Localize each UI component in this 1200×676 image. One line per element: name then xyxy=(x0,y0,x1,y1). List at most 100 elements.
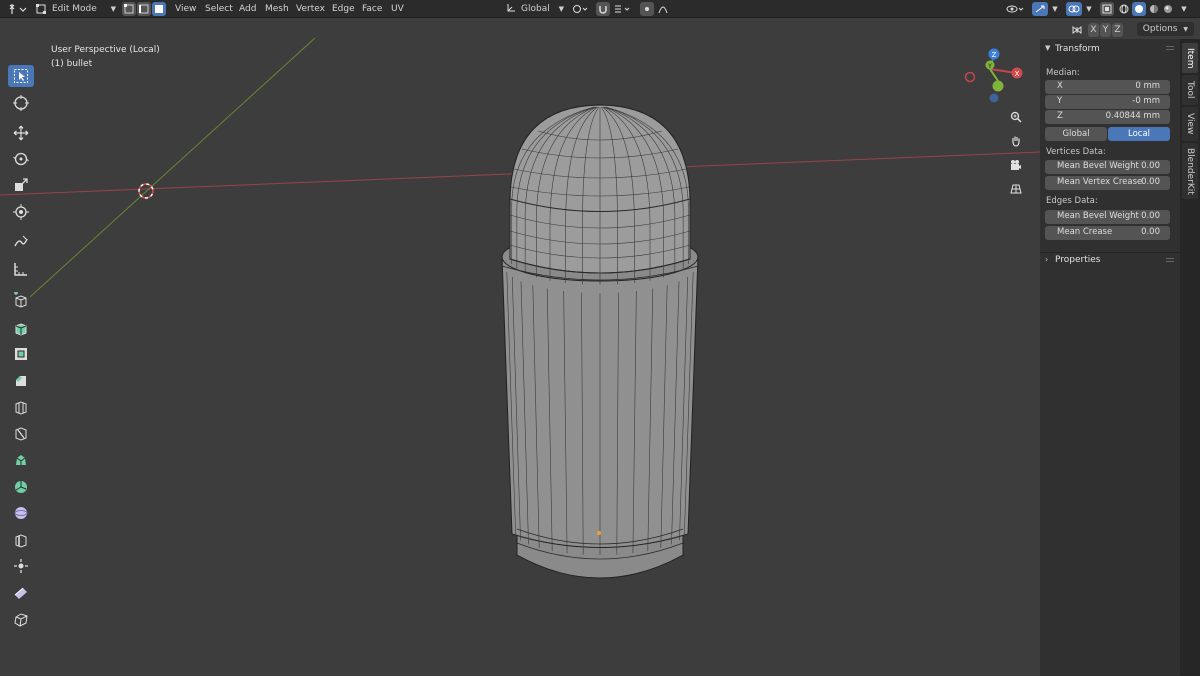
edge-slide-icon xyxy=(15,534,27,548)
proportional-icon xyxy=(645,7,649,11)
median-y-field[interactable]: Y -0 mm xyxy=(1045,95,1170,109)
tool-measure[interactable] xyxy=(8,258,34,280)
menu-uv[interactable]: UV xyxy=(391,2,404,16)
gizmo-dropdown[interactable]: ▼ xyxy=(1049,2,1061,16)
shading-dropdown[interactable]: ▼ xyxy=(1178,2,1190,16)
menu-select[interactable]: Select xyxy=(205,2,233,16)
gizmo-toggle[interactable] xyxy=(1032,2,1048,16)
visibility-dropdown[interactable] xyxy=(1004,2,1028,16)
mean-bevel-weight-vertex-field[interactable]: Mean Bevel Weight 0.00 xyxy=(1045,160,1170,174)
scene-canvas[interactable]: X Z Y xyxy=(0,19,1040,676)
properties-panel-header[interactable]: › Properties xyxy=(1040,252,1180,266)
field-label: Mean Vertex Crease xyxy=(1057,177,1143,187)
tool-move[interactable] xyxy=(8,122,34,144)
tool-add-cube[interactable] xyxy=(8,289,34,311)
vertex-select-button[interactable] xyxy=(122,2,136,16)
tool-rip[interactable] xyxy=(8,608,34,630)
tab-view[interactable]: View xyxy=(1182,107,1198,141)
menu-view[interactable]: View xyxy=(175,2,196,16)
tool-smooth[interactable] xyxy=(8,502,34,524)
shading-solid-button[interactable] xyxy=(1132,2,1146,16)
edge-select-button[interactable] xyxy=(137,2,151,16)
xray-toggle[interactable] xyxy=(1100,2,1114,16)
vertices-data-label: Vertices Data: xyxy=(1046,147,1106,157)
tool-spin[interactable] xyxy=(8,476,34,498)
zoom-button[interactable] xyxy=(1006,107,1026,127)
mirror-x-toggle[interactable]: X xyxy=(1088,23,1099,37)
tool-inset[interactable] xyxy=(8,343,34,365)
pivot-point-button[interactable] xyxy=(570,2,592,16)
rendered-sphere-icon xyxy=(1164,5,1172,13)
face-select-button[interactable] xyxy=(152,2,166,16)
proportional-edit-toggle[interactable] xyxy=(640,2,654,16)
svg-text:Z: Z xyxy=(992,51,997,59)
field-value: 0.00 xyxy=(1141,211,1160,221)
shading-material-button[interactable] xyxy=(1148,2,1160,16)
shading-rendered-button[interactable] xyxy=(1162,2,1174,16)
snap-toggle[interactable] xyxy=(596,2,610,16)
transform-panel-header[interactable]: ▼ Transform xyxy=(1040,43,1180,57)
tool-knife[interactable] xyxy=(8,422,34,444)
mean-bevel-weight-edge-field[interactable]: Mean Bevel Weight 0.00 xyxy=(1045,210,1170,224)
mean-vertex-crease-field[interactable]: Mean Vertex Crease 0.00 xyxy=(1045,176,1170,190)
tool-shear[interactable] xyxy=(8,582,34,604)
mean-crease-field[interactable]: Mean Crease 0.00 xyxy=(1045,226,1170,240)
mirror-y-toggle[interactable]: Y xyxy=(1100,23,1111,37)
hand-icon xyxy=(1012,136,1020,147)
tab-item[interactable]: Item xyxy=(1182,43,1198,73)
chevron-down-icon: ▼ xyxy=(1086,5,1092,13)
tab-blenderkit[interactable]: BlenderKit xyxy=(1182,143,1198,199)
edit-mode-icon xyxy=(36,4,46,14)
svg-text:X: X xyxy=(1015,70,1020,78)
tool-select-box[interactable] xyxy=(8,65,34,87)
3d-viewport[interactable]: X Z Y User Perspective (Local) (1) bulle… xyxy=(0,19,1040,676)
space-global-button[interactable]: Global xyxy=(1045,127,1107,141)
tab-tool[interactable]: Tool xyxy=(1182,75,1198,105)
chevron-down-icon: ▼ xyxy=(110,5,116,13)
tool-loop-cut[interactable] xyxy=(8,396,34,418)
tool-shrink-fatten[interactable] xyxy=(8,555,34,577)
overlays-toggle[interactable] xyxy=(1066,2,1082,16)
tool-scale[interactable] xyxy=(8,174,34,196)
y-axis-line xyxy=(29,37,316,298)
shading-wireframe-button[interactable] xyxy=(1118,2,1130,16)
mode-dropdown[interactable]: Edit Mode ▼ xyxy=(36,2,120,16)
falloff-curve-icon xyxy=(658,6,668,14)
camera-view-button[interactable] xyxy=(1006,155,1026,175)
transform-title: Transform xyxy=(1055,44,1100,54)
overlays-dropdown[interactable]: ▼ xyxy=(1083,2,1095,16)
menu-edge[interactable]: Edge xyxy=(332,2,355,16)
menu-face[interactable]: Face xyxy=(362,2,382,16)
tool-cursor[interactable] xyxy=(8,92,34,114)
ortho-toggle-button[interactable] xyxy=(1006,179,1026,199)
field-value: 0.00 xyxy=(1141,177,1160,187)
mirror-z-toggle[interactable]: Z xyxy=(1112,23,1123,37)
mirror-icon-button[interactable] xyxy=(1070,23,1084,37)
median-z-field[interactable]: Z 0.40844 mm xyxy=(1045,110,1170,124)
median-x-field[interactable]: X 0 mm xyxy=(1045,80,1170,94)
tool-edge-slide[interactable] xyxy=(8,529,34,551)
tool-poly-build[interactable] xyxy=(8,449,34,471)
field-value: 0 mm xyxy=(1135,81,1160,91)
tool-transform[interactable] xyxy=(8,201,34,223)
editor-type-button[interactable] xyxy=(6,2,30,16)
tool-extrude[interactable] xyxy=(8,317,34,339)
face-select-icon xyxy=(155,5,163,13)
field-label: Mean Bevel Weight xyxy=(1057,211,1139,221)
menu-mesh[interactable]: Mesh xyxy=(265,2,289,16)
selected-vertex xyxy=(597,531,601,535)
orientation-dropdown[interactable]: Global ▼ xyxy=(506,2,564,16)
menu-add[interactable]: Add xyxy=(239,2,256,16)
falloff-button[interactable] xyxy=(656,2,670,16)
pan-button[interactable] xyxy=(1006,131,1026,151)
shear-icon xyxy=(14,587,27,599)
tool-bevel[interactable] xyxy=(8,370,34,392)
menu-vertex[interactable]: Vertex xyxy=(296,2,325,16)
tool-rotate[interactable] xyxy=(8,148,34,170)
options-label: Options xyxy=(1142,24,1178,34)
cursor-icon xyxy=(13,95,29,111)
space-local-button[interactable]: Local xyxy=(1108,127,1170,141)
snap-target-button[interactable] xyxy=(612,2,634,16)
tool-annotate[interactable] xyxy=(8,231,34,253)
options-dropdown[interactable]: Options ▼ xyxy=(1136,22,1194,36)
